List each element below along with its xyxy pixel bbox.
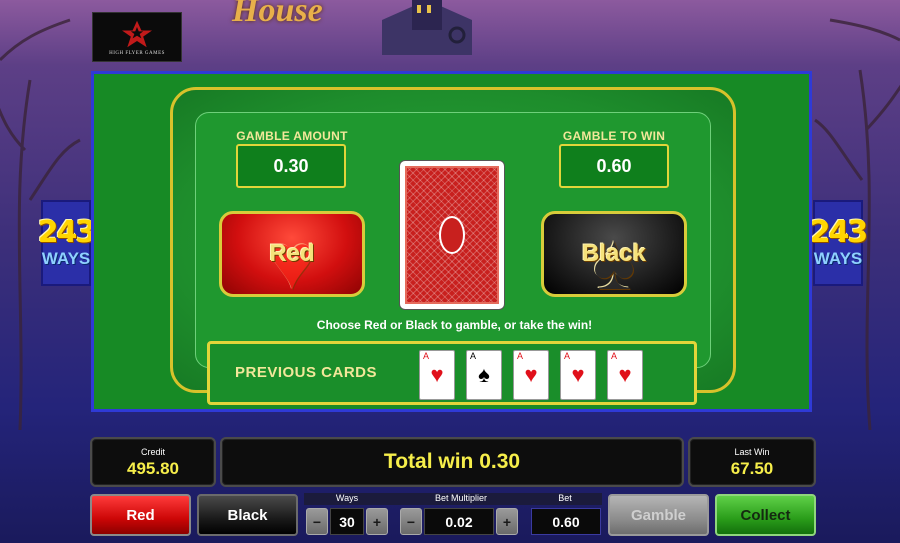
heart-icon: ♥	[571, 362, 585, 387]
card-rank: A	[423, 351, 430, 361]
last-win-label: Last Win	[734, 447, 770, 457]
ways-label: Ways	[335, 493, 359, 503]
plus-icon: +	[372, 513, 382, 530]
last-win-value: 67.50	[730, 459, 774, 478]
bet-multiplier-decrease-button[interactable]: −	[400, 508, 422, 535]
collect-button[interactable]: Collect	[715, 494, 816, 536]
total-win-text: Total win 0.30	[383, 450, 521, 473]
plus-icon: +	[502, 513, 512, 530]
minus-icon: −	[312, 513, 322, 530]
card-rank: A	[517, 351, 524, 361]
gamble-panel: GAMBLE AMOUNT 0.30 GAMBLE TO WIN 0.60 ♥ …	[91, 71, 812, 412]
ways-number: 243	[809, 215, 869, 250]
gamble-amount-value: 0.30	[236, 144, 346, 188]
ways-word: WAYS	[813, 249, 863, 268]
logo-text: HIGH FLYER GAMES	[109, 50, 165, 56]
heart-icon: ♥	[524, 362, 538, 387]
previous-cards-box: PREVIOUS CARDS A ♥ A ♠ A ♥ A ♥ A ♥	[207, 341, 697, 405]
black-button-label: Black	[227, 506, 268, 524]
previous-card: A ♥	[607, 350, 643, 400]
total-win-display: Total win 0.30	[220, 437, 684, 487]
black-gamble-button[interactable]: ♠ Black	[541, 211, 687, 297]
heart-icon: ♥	[430, 362, 444, 387]
last-win-display: Last Win 67.50	[688, 437, 816, 487]
minus-icon: −	[406, 513, 416, 530]
red-gamble-label: Red	[269, 240, 315, 267]
gamble-to-win-value: 0.60	[559, 144, 669, 188]
bet-multiplier-increase-button[interactable]: +	[496, 508, 518, 535]
ways-increase-button[interactable]: +	[366, 508, 388, 535]
face-down-card	[400, 161, 504, 309]
gamble-button[interactable]: Gamble	[608, 494, 709, 536]
bet-multiplier-label: Bet Multiplier	[434, 493, 488, 503]
haunted-house-image	[382, 0, 472, 55]
243-ways-badge-right: 243 WAYS	[810, 200, 868, 286]
black-button[interactable]: Black	[197, 494, 298, 536]
heart-icon: ♥	[618, 362, 632, 387]
card-back-medallion	[439, 216, 465, 254]
previous-card: A ♥	[419, 350, 455, 400]
bet-multiplier-value: 0.02	[424, 508, 494, 535]
star-logo-icon	[122, 20, 152, 47]
previous-cards-label: PREVIOUS CARDS	[235, 364, 378, 381]
red-gamble-button[interactable]: ♥ Red	[219, 211, 365, 297]
ways-number: 243	[37, 215, 97, 250]
ways-word: WAYS	[41, 249, 91, 268]
high-flyer-games-logo: HIGH FLYER GAMES	[92, 12, 182, 62]
card-rank: A	[564, 351, 571, 361]
previous-card: A ♠	[466, 350, 502, 400]
bet-label: Bet	[558, 493, 572, 503]
red-button[interactable]: Red	[90, 494, 191, 536]
credit-label: Credit	[140, 447, 165, 457]
ways-decrease-button[interactable]: −	[306, 508, 328, 535]
black-gamble-label: Black	[581, 240, 647, 267]
bet-value: 0.60	[531, 508, 601, 535]
game-title-fragment: House	[232, 0, 323, 29]
gamble-button-label: Gamble	[630, 506, 687, 524]
collect-button-label: Collect	[740, 506, 791, 524]
card-rank: A	[470, 351, 477, 361]
card-rank: A	[611, 351, 618, 361]
previous-card: A ♥	[513, 350, 549, 400]
credit-value: 495.80	[127, 459, 179, 478]
ways-value: 30	[330, 508, 364, 535]
gamble-instruction: Choose Red or Black to gamble, or take t…	[316, 318, 593, 332]
red-button-label: Red	[126, 506, 155, 524]
credit-display: Credit 495.80	[90, 437, 216, 487]
spade-icon: ♠	[478, 362, 490, 387]
previous-card: A ♥	[560, 350, 596, 400]
243-ways-badge-left: 243 WAYS	[38, 200, 96, 286]
gamble-to-win-label: GAMBLE TO WIN	[562, 129, 666, 143]
card-back-pattern	[405, 166, 499, 304]
gamble-amount-label: GAMBLE AMOUNT	[236, 129, 348, 143]
